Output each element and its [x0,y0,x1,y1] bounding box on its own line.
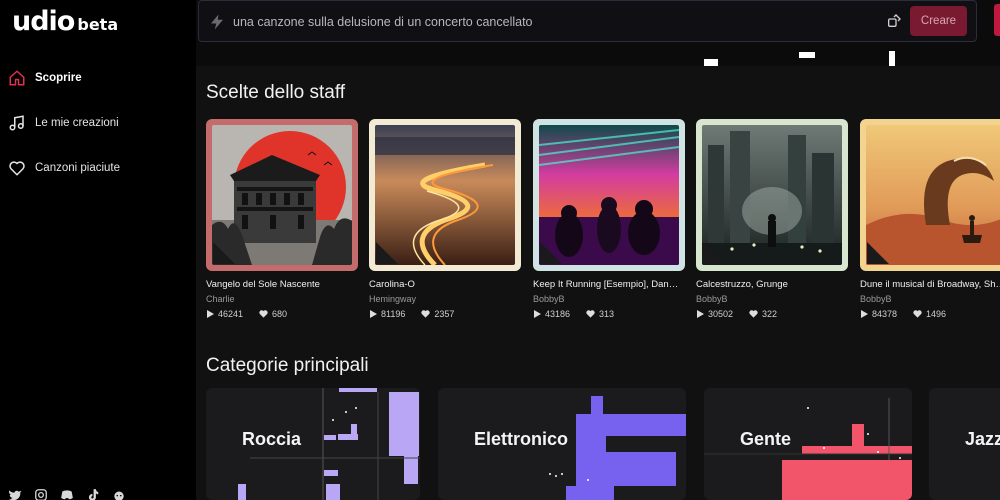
profile-button[interactable] [994,4,1000,36]
song-title[interactable]: Carolina-O [369,279,521,290]
social-links [8,488,126,500]
category-card-jazz[interactable]: Jazz [929,388,1000,500]
song-cover[interactable] [206,119,358,271]
like-count: 1496 [926,309,947,319]
category-card-rock[interactable]: Roccia [206,388,420,500]
shuffle-icon[interactable] [886,13,902,34]
like-count-icon [259,310,268,318]
banner-fragment [799,52,815,58]
song-stats: 30502 322 [696,309,848,319]
play-count-icon [534,310,541,318]
category-label: Jazz [965,429,1000,449]
corner-fold-icon [376,242,398,264]
play-count-icon [697,310,704,318]
song-artist[interactable]: Hemingway [369,294,521,304]
like-count-icon [913,310,922,318]
category-pattern [704,398,912,500]
discord-icon[interactable] [60,488,74,500]
like-count: 322 [762,309,778,319]
play-count-icon [370,310,377,318]
main-content: una canzone sulla delusione di un concer… [196,0,1000,500]
song-cover[interactable] [696,119,848,271]
reddit-icon[interactable] [112,488,126,500]
like-count: 680 [272,309,288,319]
corner-fold-icon [703,242,725,264]
song-artist[interactable]: Charlie [206,294,358,304]
instagram-icon[interactable] [34,488,48,500]
song-stats: 81196 2357 [369,309,521,319]
sidebar: udio beta Scoprire Le mie creazioni Canz… [0,0,196,500]
song-cover[interactable] [860,119,1000,271]
sidebar-nav: Scoprire Le mie creazioni Canzoni piaciu… [0,64,196,199]
play-count: 46241 [218,309,244,319]
category-pattern [238,388,420,500]
play-count-icon [207,310,214,318]
category-label: Gente [740,429,792,449]
play-count: 30502 [708,309,734,319]
song-title[interactable]: Keep It Running [Esempio], Dan… [533,279,685,290]
song-cover[interactable] [369,119,521,271]
sidebar-item-discover[interactable]: Scoprire [0,64,196,92]
song-title[interactable]: Dune il musical di Broadway, Sh… [860,279,1000,290]
udio-logo[interactable]: udio beta [12,6,118,37]
home-icon [7,68,27,88]
tiktok-icon[interactable] [86,488,100,500]
category-label: Roccia [242,429,302,449]
song-artist[interactable]: BobbyB [696,294,848,304]
song-card[interactable]: Carolina-O Hemingway 81196 2357 [369,119,521,319]
song-card[interactable]: Keep It Running [Esempio], Dan… BobbyB 4… [533,119,685,319]
song-stats: 84378 1496 [860,309,1000,319]
sidebar-item-label: Scoprire [35,72,82,84]
sidebar-item-label: Canzoni piaciute [35,162,121,174]
top-categories-title: Categorie principali [206,355,369,376]
song-cover[interactable] [533,119,685,271]
music-note-icon [7,113,27,133]
song-artist[interactable]: BobbyB [860,294,1000,304]
banner-fragment [889,51,895,66]
category-label: Elettronico [474,429,569,449]
sidebar-item-label: Le mie creazioni [35,117,119,129]
song-title[interactable]: Vangelo del Sole Nascente [206,279,358,290]
corner-fold-icon [867,242,889,264]
twitter-icon[interactable] [8,488,22,500]
like-count-icon [749,310,758,318]
sidebar-item-liked-songs[interactable]: Canzoni piaciute [0,154,196,182]
like-count: 313 [599,309,615,319]
song-card[interactable]: Vangelo del Sole Nascente Charlie 46241 … [206,119,358,319]
corner-fold-icon [213,242,235,264]
lightning-icon [208,12,226,37]
prompt-placeholder: una canzone sulla delusione di un concer… [233,15,533,29]
like-count-icon [421,310,431,318]
like-count-icon [586,310,595,318]
prompt-box[interactable]: una canzone sulla delusione di un concer… [198,0,977,42]
play-count: 84378 [872,309,898,319]
beta-badge: beta [77,15,119,34]
song-card[interactable]: Dune il musical di Broadway, Sh… BobbyB … [860,119,1000,319]
play-count: 43186 [545,309,571,319]
song-artist[interactable]: BobbyB [533,294,685,304]
song-card[interactable]: Calcestruzzo, Grunge BobbyB 30502 322 [696,119,848,319]
logo-text: udio [12,6,75,37]
song-title[interactable]: Calcestruzzo, Grunge [696,279,848,290]
like-count: 2357 [434,309,455,319]
corner-fold-icon [540,242,562,264]
top-bar: una canzone sulla delusione di un concer… [196,0,1000,66]
play-count: 81196 [381,309,406,319]
heart-icon [7,158,27,178]
song-stats: 46241 680 [206,309,358,319]
create-button[interactable]: Creare [910,6,967,36]
category-card-electronic[interactable]: Elettronico [438,388,686,500]
staff-picks-title: Scelte dello staff [206,82,346,103]
banner-fragment [704,59,718,66]
play-count-icon [861,310,868,318]
sidebar-item-my-creations[interactable]: Le mie creazioni [0,109,196,137]
category-card-folk[interactable]: Gente [704,388,912,500]
song-stats: 43186 313 [533,309,685,319]
